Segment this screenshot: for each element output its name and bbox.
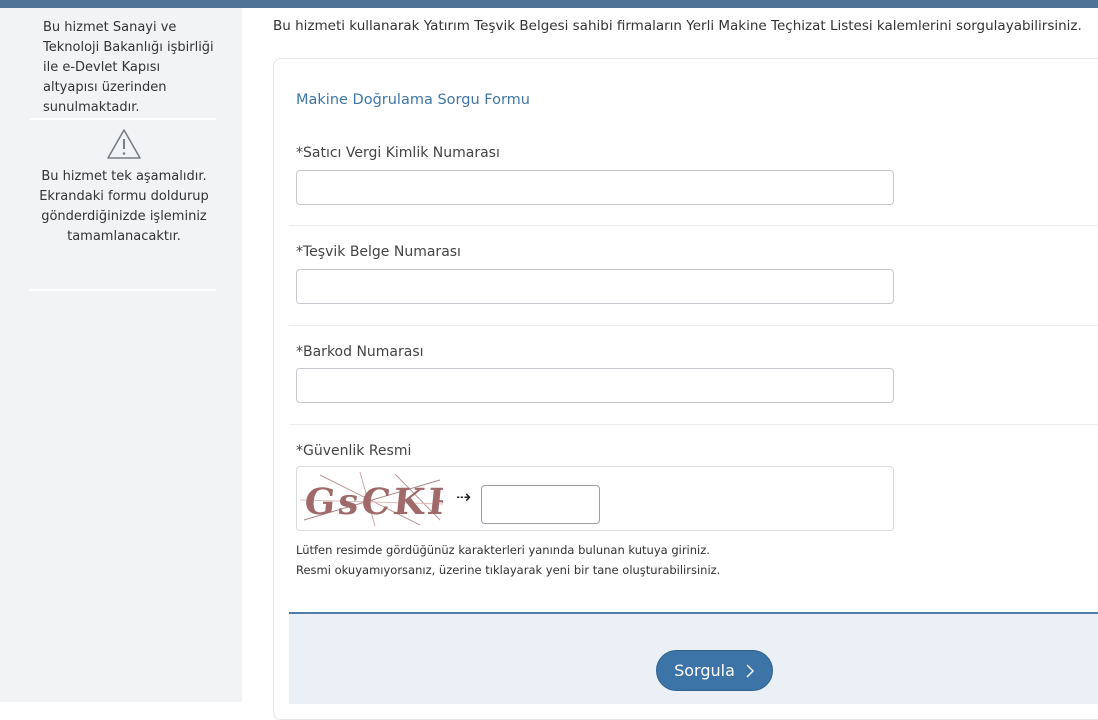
required-mark: * xyxy=(296,244,303,260)
captcha-hint: Lütfen resimde gördüğünüz karakterleri y… xyxy=(296,540,720,580)
field-label-captcha: *Güvenlik Resmi xyxy=(296,443,412,459)
form-title: Makine Doğrulama Sorgu Formu xyxy=(296,92,530,108)
field-label-incentive-number: *Teşvik Belge Numarası xyxy=(296,244,461,260)
captcha-hint-line1: Lütfen resimde gördüğünüz karakterleri y… xyxy=(296,543,710,557)
required-mark: * xyxy=(296,344,303,360)
warning-triangle-icon xyxy=(107,129,141,159)
required-mark: * xyxy=(296,145,303,161)
field-label-tax-id: *Satıcı Vergi Kimlik Numarası xyxy=(296,145,500,161)
captcha-image[interactable]: GsCKR xyxy=(300,470,443,528)
field-label-barcode: *Barkod Numarası xyxy=(296,344,424,360)
submit-button[interactable]: Sorgula xyxy=(656,650,773,691)
arrow-right-icon: ⇢ xyxy=(456,487,472,508)
sidebar-step-text: Bu hizmet tek aşamalıdır. Ekrandaki form… xyxy=(39,169,209,244)
captcha-input[interactable] xyxy=(481,485,600,524)
barcode-input[interactable] xyxy=(296,368,894,403)
captcha-hint-line2: Resmi okuyamıyorsanız, üzerine tıklayara… xyxy=(296,563,721,577)
chevron-right-icon xyxy=(746,664,754,677)
incentive-number-input[interactable] xyxy=(296,269,894,304)
sidebar-divider xyxy=(29,289,216,291)
tax-id-input[interactable] xyxy=(296,170,894,205)
field-separator xyxy=(289,325,1098,326)
sidebar-info-text: Bu hizmet Sanayi ve Teknoloji Bakanlığı … xyxy=(43,20,214,115)
top-bar xyxy=(0,0,1098,8)
sidebar-divider xyxy=(29,118,216,120)
field-separator xyxy=(289,424,1098,425)
intro-text: Bu hizmeti kullanarak Yatırım Teşvik Bel… xyxy=(273,18,1082,34)
submit-button-label: Sorgula xyxy=(674,661,735,680)
required-mark: * xyxy=(296,443,303,459)
field-separator xyxy=(289,225,1098,226)
captcha-text: GsCKR xyxy=(302,480,443,523)
